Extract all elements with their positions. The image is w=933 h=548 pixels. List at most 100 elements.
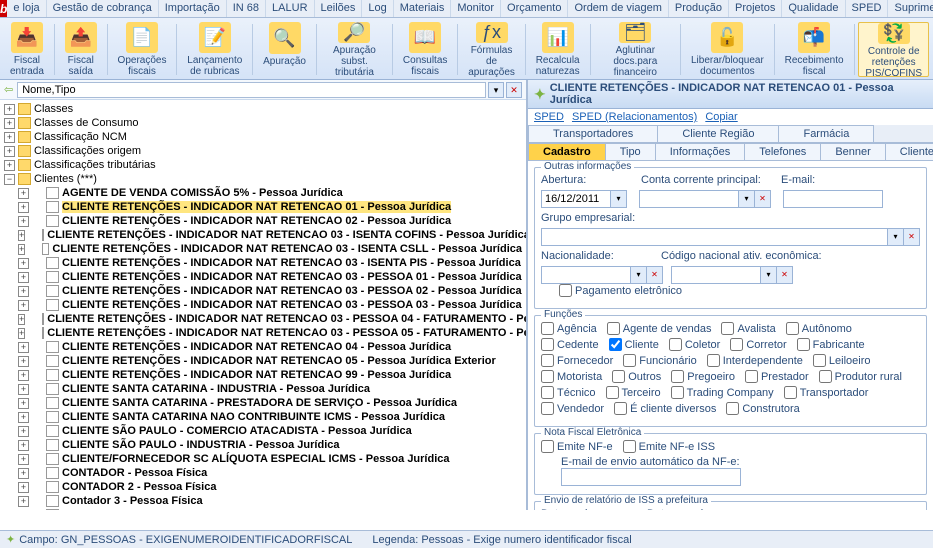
- funcao-checkbox[interactable]: [784, 386, 797, 399]
- top-tab[interactable]: Suprimentos: [888, 0, 933, 17]
- funcao-checkbox[interactable]: [797, 338, 810, 351]
- funcao-checkbox[interactable]: [726, 402, 739, 415]
- codigo-input[interactable]: [671, 266, 761, 284]
- ribbon-button[interactable]: 🔎Apuraçãosubst. tributária: [321, 22, 388, 77]
- tree-item[interactable]: +CLIENTE RETENÇÕES - INDICADOR NAT RETEN…: [16, 312, 524, 326]
- funcao-checkbox[interactable]: [541, 386, 554, 399]
- top-tab[interactable]: Orçamento: [501, 0, 568, 17]
- ribbon-button[interactable]: 📖Consultasfiscais: [397, 22, 453, 77]
- breadcrumb-link[interactable]: SPED: [534, 111, 564, 123]
- tree-item[interactable]: +CLIENTE SÃO PAULO - COMERCIO ATACADISTA…: [16, 424, 524, 438]
- top-tab[interactable]: Log: [362, 0, 393, 17]
- grupo-input[interactable]: [541, 228, 888, 246]
- search-input[interactable]: [17, 82, 486, 98]
- tree-folder[interactable]: +Classificações tributárias: [2, 158, 524, 172]
- ribbon-button[interactable]: ƒxFórmulas deapurações: [462, 22, 521, 77]
- expand-icon[interactable]: +: [18, 188, 29, 199]
- expand-icon[interactable]: +: [18, 482, 29, 493]
- ribbon-button[interactable]: 🔍Apuração: [257, 22, 312, 77]
- email-nfe-input[interactable]: [561, 468, 741, 486]
- ribbon-button[interactable]: 🔓Liberar/bloqueardocumentos: [685, 22, 770, 77]
- subtab[interactable]: Cliente Região: [657, 125, 779, 142]
- tree-item[interactable]: +Filial Blumenau - Pessoa Jurídica: [16, 508, 524, 510]
- subtab[interactable]: Tipo: [605, 143, 656, 160]
- ribbon-button[interactable]: 📝Lançamentode rubricas: [181, 22, 248, 77]
- tree-item[interactable]: +AGENTE DE VENDA COMISSÃO 5% - Pessoa Ju…: [16, 186, 524, 200]
- ribbon-button[interactable]: 📄Operaçõesfiscais: [112, 22, 173, 77]
- tree-folder[interactable]: +Classes de Consumo: [2, 116, 524, 130]
- funcao-checkbox[interactable]: [541, 322, 554, 335]
- tree-folder[interactable]: +Classificação NCM: [2, 130, 524, 144]
- expand-icon[interactable]: +: [18, 468, 29, 479]
- funcao-checkbox[interactable]: [541, 354, 554, 367]
- subtab[interactable]: Telefones: [744, 143, 821, 160]
- expand-icon[interactable]: +: [4, 146, 15, 157]
- expand-icon[interactable]: +: [18, 216, 29, 227]
- ribbon-button[interactable]: 💱Controle deretençõesPIS/COFINS: [858, 22, 929, 77]
- back-icon[interactable]: ⇦: [4, 83, 13, 96]
- tree-item[interactable]: +CLIENTE RETENÇÕES - INDICADOR NAT RETEN…: [16, 354, 524, 368]
- chevron-down-icon[interactable]: ▾: [611, 190, 627, 208]
- expand-icon[interactable]: +: [18, 384, 29, 395]
- clear-icon[interactable]: ✕: [647, 266, 663, 284]
- funcao-checkbox[interactable]: [623, 354, 636, 367]
- expand-icon[interactable]: +: [18, 454, 29, 465]
- funcao-checkbox[interactable]: [607, 322, 620, 335]
- subtab[interactable]: Cliente: [885, 143, 933, 160]
- subtab[interactable]: Informações: [655, 143, 746, 160]
- funcao-checkbox[interactable]: [721, 322, 734, 335]
- funcao-checkbox[interactable]: [606, 386, 619, 399]
- expand-icon[interactable]: +: [18, 230, 25, 241]
- tree-item[interactable]: +CONTADOR - Pessoa Física: [16, 466, 524, 480]
- top-tab[interactable]: Gestão de cobrança: [47, 0, 159, 17]
- subtab[interactable]: Farmácia: [778, 125, 874, 142]
- expand-icon[interactable]: +: [18, 272, 29, 283]
- expand-icon[interactable]: +: [18, 202, 29, 213]
- tree-item[interactable]: +CLIENTE SANTA CATARINA NAO CONTRIBUINTE…: [16, 410, 524, 424]
- tree-folder[interactable]: +Classificações origem: [2, 144, 524, 158]
- funcao-checkbox[interactable]: [786, 322, 799, 335]
- funcao-checkbox[interactable]: [612, 370, 625, 383]
- emite-nfe-checkbox[interactable]: [541, 440, 554, 453]
- expand-icon[interactable]: +: [18, 370, 29, 381]
- tree-item[interactable]: +CLIENTE RETENÇÕES - INDICADOR NAT RETEN…: [16, 368, 524, 382]
- tree-item[interactable]: +CLIENTE RETENÇÕES - INDICADOR NAT RETEN…: [16, 256, 524, 270]
- tree-item[interactable]: +CLIENTE RETENÇÕES - INDICADOR NAT RETEN…: [16, 340, 524, 354]
- top-tab[interactable]: Produção: [669, 0, 729, 17]
- tree-item[interactable]: +CLIENTE SANTA CATARINA - INDUSTRIA - Pe…: [16, 382, 524, 396]
- top-tab[interactable]: Importação: [159, 0, 227, 17]
- expand-icon[interactable]: +: [18, 510, 29, 511]
- clear-icon[interactable]: ✕: [904, 228, 920, 246]
- tree-item[interactable]: +CLIENTE RETENÇÕES - INDICADOR NAT RETEN…: [16, 270, 524, 284]
- email-input[interactable]: [783, 190, 883, 208]
- expand-icon[interactable]: +: [4, 160, 15, 171]
- expand-icon[interactable]: +: [18, 342, 29, 353]
- breadcrumb-link[interactable]: Copiar: [705, 111, 737, 123]
- tree-item[interactable]: +CLIENTE RETENÇÕES - INDICADOR NAT RETEN…: [16, 326, 524, 340]
- ribbon-button[interactable]: 📬Recebimentofiscal: [779, 22, 850, 77]
- nacionalidade-input[interactable]: [541, 266, 631, 284]
- funcao-checkbox[interactable]: [541, 338, 554, 351]
- expand-icon[interactable]: +: [18, 496, 29, 507]
- top-tab[interactable]: e loja: [7, 0, 46, 17]
- tree-item[interactable]: +CLIENTE RETENÇÕES - INDICADOR NAT RETEN…: [16, 242, 524, 256]
- chevron-down-icon[interactable]: ▾: [739, 190, 755, 208]
- top-tab[interactable]: Materiais: [394, 0, 452, 17]
- expand-icon[interactable]: +: [18, 398, 29, 409]
- chevron-down-icon[interactable]: ▾: [761, 266, 777, 284]
- expand-icon[interactable]: +: [18, 314, 25, 325]
- expand-icon[interactable]: +: [18, 244, 25, 255]
- tree-item[interactable]: +CLIENTE RETENÇÕES - INDICADOR NAT RETEN…: [16, 200, 524, 214]
- clear-icon[interactable]: ✕: [506, 82, 522, 98]
- clear-icon[interactable]: ✕: [777, 266, 793, 284]
- conta-input[interactable]: [639, 190, 739, 208]
- top-tab[interactable]: Ordem de viagem: [568, 0, 668, 17]
- tree-item[interactable]: +CLIENTE SANTA CATARINA - PRESTADORA DE …: [16, 396, 524, 410]
- funcao-checkbox[interactable]: [541, 402, 554, 415]
- funcao-checkbox[interactable]: [541, 370, 554, 383]
- expand-icon[interactable]: +: [18, 286, 29, 297]
- tree-item[interactable]: +CLIENTE RETENÇÕES - INDICADOR NAT RETEN…: [16, 298, 524, 312]
- tree-folder[interactable]: +Classes: [2, 102, 524, 116]
- ribbon-button[interactable]: 📤Fiscalsaída: [59, 22, 103, 77]
- tree-item[interactable]: +CLIENTE/FORNECEDOR SC ALÍQUOTA ESPECIAL…: [16, 452, 524, 466]
